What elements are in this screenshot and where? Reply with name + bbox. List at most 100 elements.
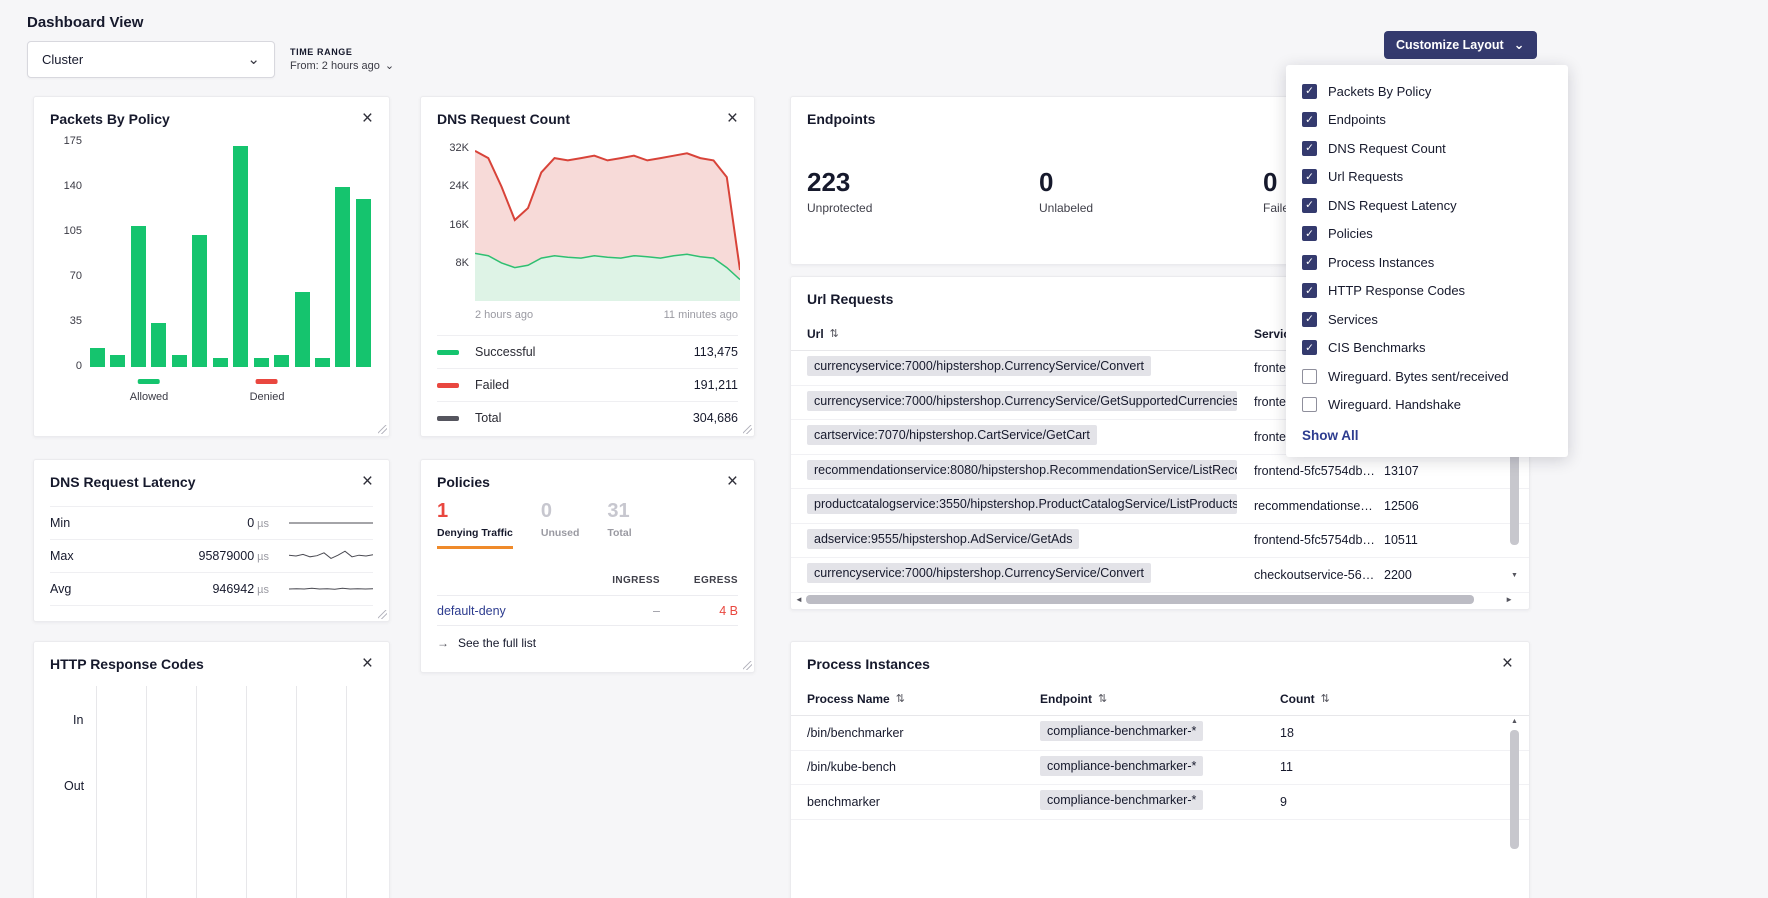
close-icon[interactable]: × <box>362 111 373 126</box>
checkbox[interactable] <box>1302 112 1317 127</box>
menu-item[interactable]: Policies <box>1302 220 1552 249</box>
count-cell: 9 <box>1280 795 1529 809</box>
y-tick-label: 175 <box>64 135 82 147</box>
sort-icon: ⇅ <box>830 327 839 340</box>
checkbox[interactable] <box>1302 198 1317 213</box>
close-icon[interactable]: × <box>362 474 373 489</box>
resize-handle[interactable] <box>743 661 752 670</box>
policy-link[interactable]: default-deny <box>437 604 580 618</box>
checkbox[interactable] <box>1302 283 1317 298</box>
legend-value: 191,211 <box>694 378 738 392</box>
checkbox[interactable] <box>1302 226 1317 241</box>
table-row[interactable]: /bin/benchmarker compliance-benchmarker-… <box>791 716 1529 751</box>
menu-item[interactable]: DNS Request Count <box>1302 134 1552 163</box>
policy-row: default-deny – 4 B <box>437 596 738 626</box>
scroll-up-icon[interactable]: ▲ <box>1510 718 1519 725</box>
latency-unit: µs <box>257 584 269 596</box>
latency-value: 95879000µs <box>98 549 269 563</box>
checkbox[interactable] <box>1302 84 1317 99</box>
scrollbar-thumb[interactable] <box>1510 730 1519 849</box>
horizontal-scrollbar[interactable]: ◄ ► <box>795 593 1513 605</box>
process-instances-table: Process Name ⇅ Endpoint ⇅ Count ⇅ /bin/b… <box>791 682 1529 820</box>
count-cell: 18 <box>1280 726 1529 740</box>
menu-item-label: CIS Benchmarks <box>1328 340 1426 355</box>
checkbox[interactable] <box>1302 255 1317 270</box>
policy-stat-tab[interactable]: 0 Unused <box>541 500 580 549</box>
menu-item[interactable]: Wireguard. Bytes sent/received <box>1302 362 1552 391</box>
menu-item[interactable]: Wireguard. Handshake <box>1302 391 1552 420</box>
menu-item[interactable]: Process Instances <box>1302 248 1552 277</box>
legend-row: Successful 113,475 <box>437 335 738 368</box>
scrollbar-thumb[interactable] <box>806 595 1474 604</box>
latency-row: Max 95879000µs <box>50 540 373 573</box>
policies-table: INGRESS EGRESS default-deny – 4 B <box>437 566 738 626</box>
checkbox[interactable] <box>1302 340 1317 355</box>
checkbox[interactable] <box>1302 312 1317 327</box>
resize-handle[interactable] <box>378 610 387 619</box>
close-icon[interactable]: × <box>727 474 738 489</box>
latency-sparkline <box>289 515 373 531</box>
latency-label: Min <box>50 516 98 530</box>
count-cell: 13107 <box>1384 464 1529 478</box>
y-tick-label: 16K <box>439 219 469 231</box>
menu-item[interactable]: Packets By Policy <box>1302 77 1552 106</box>
http-response-codes-card: HTTP Response Codes × In Out <box>33 641 390 898</box>
customize-layout-button[interactable]: Customize Layout ⌄ <box>1384 31 1537 59</box>
resize-handle[interactable] <box>743 425 752 434</box>
menu-item[interactable]: DNS Request Latency <box>1302 191 1552 220</box>
show-all-link[interactable]: Show All <box>1302 428 1552 443</box>
column-header-count[interactable]: Count ⇅ <box>1280 692 1529 706</box>
close-icon[interactable]: × <box>727 111 738 126</box>
column-header-endpoint[interactable]: Endpoint ⇅ <box>1040 692 1280 706</box>
table-row[interactable]: benchmarker compliance-benchmarker-* 9 <box>791 785 1529 820</box>
latency-label: Max <box>50 549 98 563</box>
scroll-right-icon[interactable]: ► <box>1505 595 1513 604</box>
policy-stat-tab[interactable]: 1 Denying Traffic <box>437 500 513 549</box>
scrollbar-track[interactable] <box>806 595 1502 604</box>
arrow-right-icon: → <box>437 636 449 650</box>
table-row[interactable]: /bin/kube-bench compliance-benchmarker-*… <box>791 751 1529 786</box>
close-icon[interactable]: × <box>362 656 373 671</box>
endpoint-stat: 223 Unprotected <box>807 167 1039 215</box>
checkbox[interactable] <box>1302 397 1317 412</box>
view-select[interactable]: Cluster ⌄ <box>27 41 275 78</box>
card-title: Url Requests <box>807 291 893 307</box>
table-row[interactable]: recommendationservice:8080/hipstershop.R… <box>791 455 1529 490</box>
table-row[interactable]: adservice:9555/hipstershop.AdService/Get… <box>791 524 1529 559</box>
checkbox[interactable] <box>1302 169 1317 184</box>
stat-label: Unused <box>541 527 580 546</box>
url-chip: recommendationservice:8080/hipstershop.R… <box>807 460 1237 480</box>
close-icon[interactable]: × <box>1502 656 1513 671</box>
menu-item[interactable]: Services <box>1302 305 1552 334</box>
card-title: Policies <box>437 474 490 490</box>
bar <box>274 355 289 367</box>
http-row-label-in: In <box>73 713 83 727</box>
packets-by-policy-card: Packets By Policy × 17514010570350 Allow… <box>33 96 390 437</box>
scroll-down-icon[interactable]: ▼ <box>1510 572 1519 579</box>
menu-item-label: Packets By Policy <box>1328 84 1431 99</box>
checkbox[interactable] <box>1302 141 1317 156</box>
vertical-scrollbar[interactable]: ▲ <box>1510 718 1519 898</box>
see-full-list-link[interactable]: → See the full list <box>437 636 536 650</box>
checkbox[interactable] <box>1302 369 1317 384</box>
process-name-cell: /bin/kube-bench <box>807 760 1040 774</box>
dns-request-count-chart <box>475 139 740 301</box>
policy-stat-tab[interactable]: 31 Total <box>607 500 631 549</box>
time-range-value[interactable]: From: 2 hours ago ⌄ <box>290 60 394 72</box>
table-row[interactable]: productcatalogservice:3550/hipstershop.P… <box>791 489 1529 524</box>
process-instances-rows: /bin/benchmarker compliance-benchmarker-… <box>791 716 1529 820</box>
url-chip: currencyservice:7000/hipstershop.Currenc… <box>807 563 1151 583</box>
endpoint-chip: compliance-benchmarker-* <box>1040 756 1203 776</box>
latency-sparkline <box>289 548 373 564</box>
menu-item[interactable]: HTTP Response Codes <box>1302 277 1552 306</box>
menu-item-label: Wireguard. Handshake <box>1328 397 1461 412</box>
customize-layout-label: Customize Layout <box>1396 38 1504 52</box>
menu-item[interactable]: Endpoints <box>1302 106 1552 135</box>
menu-item[interactable]: Url Requests <box>1302 163 1552 192</box>
column-header-process-name[interactable]: Process Name ⇅ <box>807 692 1040 706</box>
table-row[interactable]: currencyservice:7000/hipstershop.Currenc… <box>791 558 1529 593</box>
menu-item[interactable]: CIS Benchmarks <box>1302 334 1552 363</box>
column-header-url[interactable]: Url ⇅ <box>807 327 1254 341</box>
resize-handle[interactable] <box>378 425 387 434</box>
scroll-left-icon[interactable]: ◄ <box>795 595 803 604</box>
